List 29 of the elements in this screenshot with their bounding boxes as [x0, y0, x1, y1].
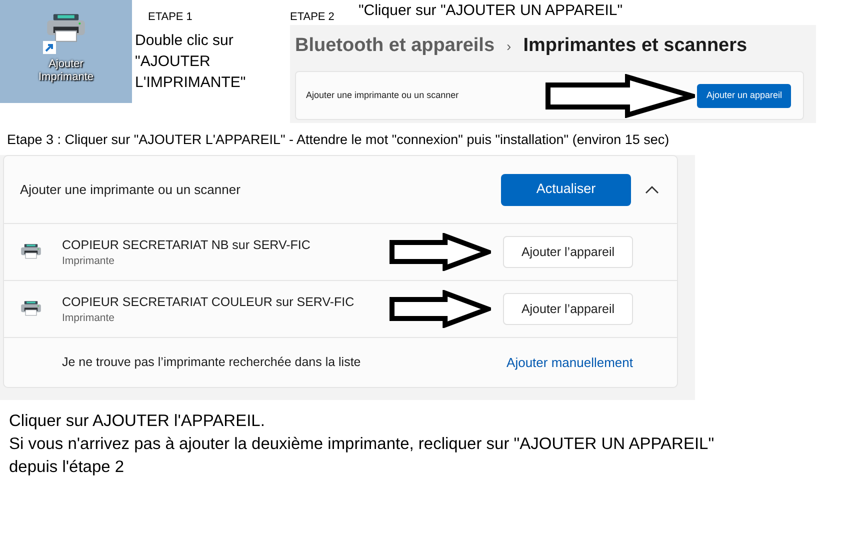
add-device-button[interactable]: Ajouter l’appareil — [503, 236, 633, 268]
note-text: Cliquer sur AJOUTER l'APPAREIL. — [9, 411, 266, 432]
step-label: ETAPE 2 — [290, 10, 334, 24]
chevron-up-icon — [645, 186, 659, 194]
printer-icon — [20, 300, 42, 318]
note-text: Si vous n'arrivez pas à ajouter la deuxième imprimante, recliquer sur "AJOUTER UN APPAREIL" depuis l'étape 2 — [9, 434, 716, 478]
step-instruction: Etape 3 : Cliquer sur "AJOUTER L'APPAREIL" - Attendre le mot "connexion" puis "installation" (environ 15 sec) — [7, 130, 670, 148]
panel-title: Ajouter une imprimante ou un scanner — [20, 180, 242, 199]
add-device-button[interactable]: Ajouter un appareil — [697, 84, 791, 108]
add-device-button[interactable]: Ajouter l’appareil — [503, 293, 633, 325]
shortcut-arrow-icon — [43, 40, 56, 54]
arrow-icon — [545, 74, 696, 118]
add-manually-link[interactable]: Ajouter manuellement — [506, 352, 633, 372]
card-text: Ajouter une imprimante ou un scanner — [306, 88, 460, 102]
page-title: Imprimantes et scanners — [523, 34, 748, 58]
device-type: Imprimante — [62, 310, 116, 324]
step-label: ETAPE 1 — [147, 10, 194, 24]
device-name: COPIEUR SECRETARIAT COULEUR sur SERV-FIC — [62, 294, 356, 310]
device-type: Imprimante — [62, 254, 116, 268]
device-name: COPIEUR SECRETARIAT NB sur SERV-FIC — [62, 236, 312, 252]
step-instruction: "Cliquer sur "AJOUTER UN APPAREIL" — [358, 1, 623, 21]
refresh-button[interactable]: Actualiser — [501, 174, 631, 206]
step-instruction: Double clic sur "AJOUTER L'IMPRIMANTE" — [135, 31, 247, 93]
breadcrumb-link[interactable]: Bluetooth et appareils — [295, 33, 495, 59]
arrow-icon — [389, 233, 491, 271]
footer-text: Je ne trouve pas l’imprimante recherchée dans la liste — [62, 354, 362, 372]
printer-icon — [20, 243, 42, 261]
arrow-icon — [389, 290, 491, 328]
breadcrumb-separator: › — [506, 37, 512, 56]
